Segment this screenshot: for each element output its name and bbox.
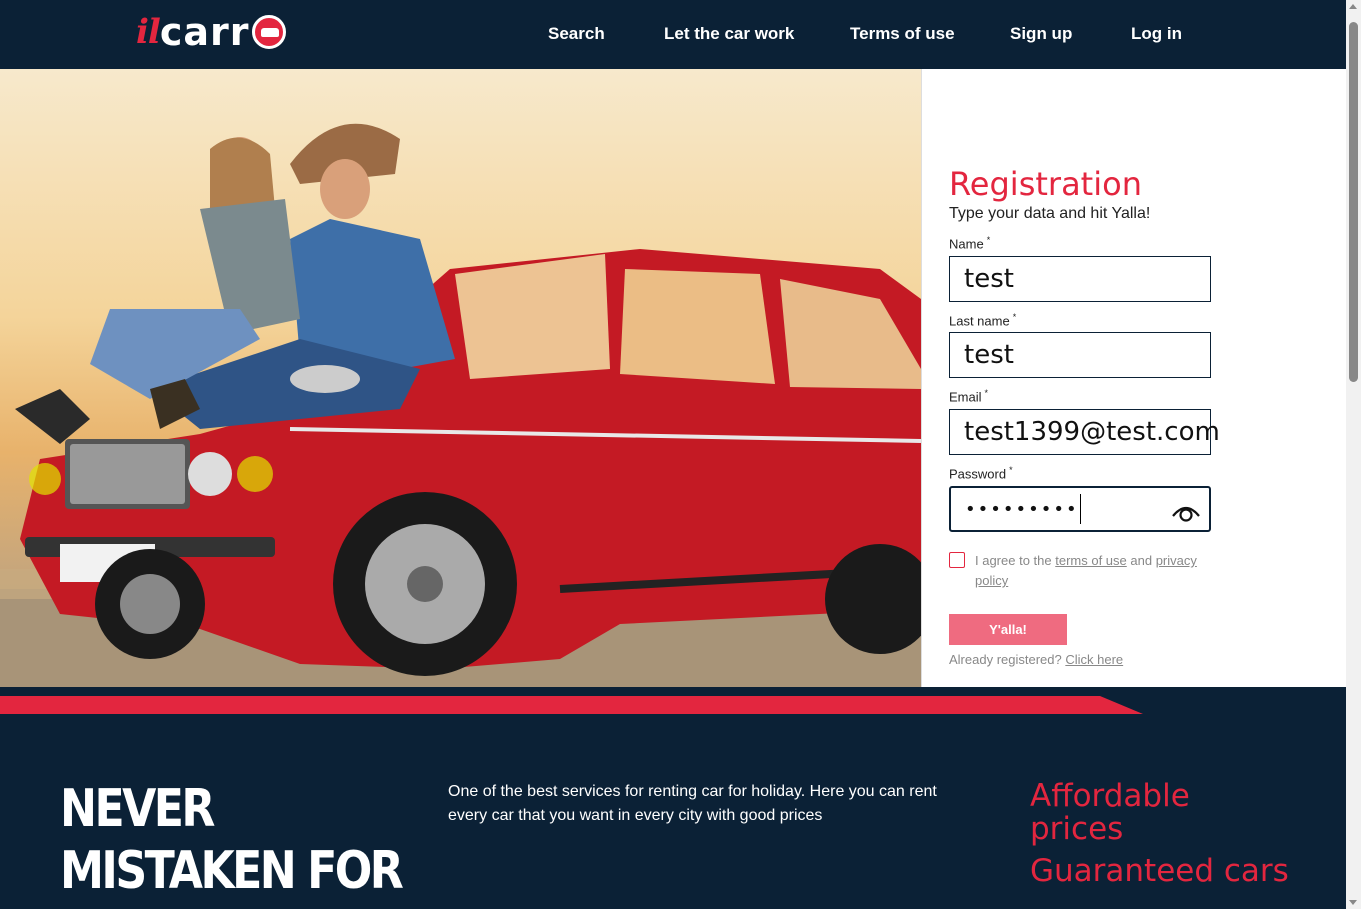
email-label: Email * — [949, 388, 989, 405]
scroll-down-arrow-icon[interactable] — [1349, 900, 1357, 905]
registration-title: Registration — [949, 165, 1142, 203]
password-label: Password * — [949, 465, 1013, 482]
name-field[interactable]: test — [949, 256, 1211, 302]
affordable-prices-text: Affordable prices — [1030, 778, 1190, 847]
nav-search[interactable]: Search — [548, 24, 605, 44]
nav-log-in[interactable]: Log in — [1131, 24, 1182, 44]
hero-image — [0, 69, 921, 687]
email-field[interactable]: test1399@test.com — [949, 409, 1220, 455]
nav-sign-up[interactable]: Sign up — [1010, 24, 1072, 44]
registration-subtitle: Type your data and hit Yalla! — [949, 205, 1151, 222]
lastname-field[interactable]: test — [949, 332, 1211, 378]
terms-agreement: I agree to the terms of use and privacy … — [949, 551, 1219, 591]
red-car-couple-illustration — [0, 123, 921, 687]
scroll-thumb[interactable] — [1349, 22, 1358, 382]
already-registered: Already registered? Click here — [949, 652, 1123, 667]
page-scrollbar[interactable] — [1346, 0, 1361, 909]
click-here-link[interactable]: Click here — [1065, 652, 1123, 667]
logo-il-text: il — [136, 12, 161, 52]
agree-and-text: and — [1126, 553, 1156, 568]
top-header: il carr Search Let the car work Terms of… — [0, 0, 1346, 69]
terms-checkbox[interactable] — [949, 552, 965, 568]
password-field[interactable]: ••••••••• — [949, 486, 1211, 532]
nav-let-the-car-work[interactable]: Let the car work — [664, 24, 794, 44]
red-accent-stripe — [0, 696, 1143, 714]
terms-of-use-link[interactable]: terms of use — [1055, 553, 1127, 568]
nav-terms-of-use[interactable]: Terms of use — [850, 24, 955, 44]
show-password-eye-icon[interactable] — [1171, 498, 1201, 522]
scroll-up-arrow-icon[interactable] — [1349, 4, 1357, 9]
text-caret — [1079, 494, 1082, 524]
logo-car-icon — [251, 15, 286, 49]
name-label: Name * — [949, 235, 991, 252]
never-line-1: NEVER — [60, 779, 215, 839]
guaranteed-cars-text: Guaranteed cars — [1030, 853, 1289, 889]
agree-prefix-text: I agree to the — [975, 553, 1056, 568]
already-registered-text: Already registered? — [949, 652, 1066, 667]
yalla-submit-button[interactable]: Y'alla! — [949, 614, 1067, 645]
logo-carr-text: carr — [159, 10, 250, 54]
never-mistaken-heading: NEVER MISTAKEN FOR — [60, 778, 404, 902]
lastname-label: Last name * — [949, 312, 1017, 329]
registration-panel: Registration Type your data and hit Yall… — [921, 69, 1346, 687]
service-description: One of the best services for renting car… — [448, 783, 937, 824]
ilcarro-logo[interactable]: il carr — [136, 10, 286, 54]
never-line-2: MISTAKEN FOR — [60, 841, 404, 901]
